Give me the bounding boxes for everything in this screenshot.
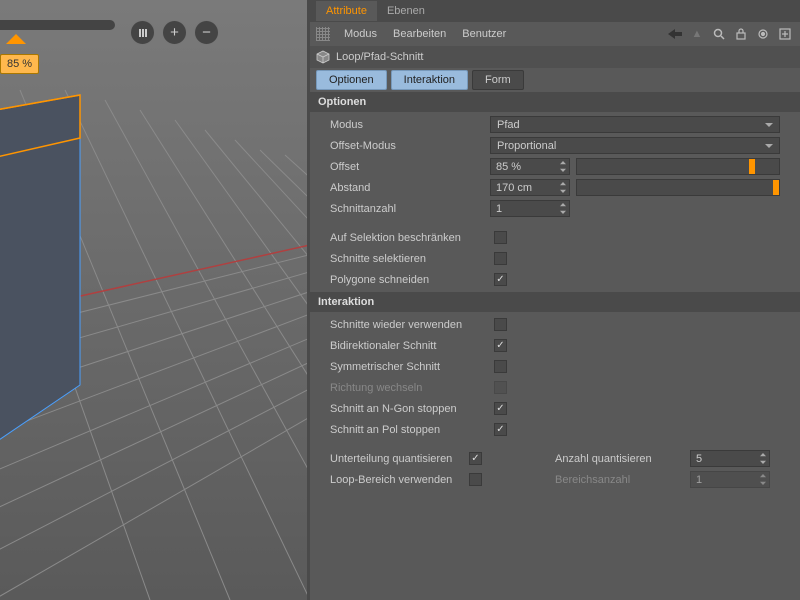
checkbox-schnitte-wieder[interactable] — [494, 318, 507, 331]
checkbox-unterteilung[interactable]: ✓ — [469, 452, 482, 465]
checkbox-polygone-schneiden[interactable]: ✓ — [494, 273, 507, 286]
viewport-menu-button[interactable] — [130, 20, 155, 45]
dropdown-offset-modus[interactable]: Proportional — [490, 137, 780, 154]
label-pol-stop: Schnitt an Pol stoppen — [330, 424, 490, 436]
tool-title: Loop/Pfad-Schnitt — [336, 51, 423, 63]
slider-abstand[interactable] — [576, 179, 780, 196]
tab-attribute[interactable]: Attribute — [316, 1, 377, 21]
checkbox-schnitte-selektieren[interactable] — [494, 252, 507, 265]
label-schnitte-wieder: Schnitte wieder verwenden — [330, 319, 490, 331]
field-abstand[interactable]: 170 cm — [490, 179, 570, 196]
checkbox-loop-bereich[interactable] — [469, 473, 482, 486]
field-offset[interactable]: 85 % — [490, 158, 570, 175]
panel-toolbar: Modus Bearbeiten Benutzer ▲ — [310, 22, 800, 46]
section-header-optionen: Optionen — [310, 92, 800, 112]
checkbox-ngon-stop[interactable]: ✓ — [494, 402, 507, 415]
field-bereichanzahl: 1 — [690, 471, 770, 488]
label-ngon-stop: Schnitt an N-Gon stoppen — [330, 403, 490, 415]
label-bidirektional: Bidirektionaler Schnitt — [330, 340, 490, 352]
field-schnittanzahl[interactable]: 1 — [490, 200, 570, 217]
menu-bearbeiten[interactable]: Bearbeiten — [387, 28, 452, 40]
label-unterteilung: Unterteilung quantisieren — [330, 453, 465, 465]
label-bereichanzahl: Bereichsanzahl — [555, 474, 690, 486]
viewport-plus-button[interactable]: + — [162, 20, 187, 45]
label-symmetrisch: Symmetrischer Schnitt — [330, 361, 490, 373]
label-polygone-schneiden: Polygone schneiden — [330, 274, 490, 286]
viewport-minus-button[interactable]: − — [194, 20, 219, 45]
checkbox-richtung — [494, 381, 507, 394]
slider-marker-icon — [6, 34, 26, 44]
subtab-interaktion[interactable]: Interaktion — [391, 70, 468, 90]
back-arrow-icon[interactable] — [666, 25, 684, 43]
target-icon[interactable] — [754, 25, 772, 43]
menu-modus[interactable]: Modus — [338, 28, 383, 40]
label-richtung: Richtung wechseln — [330, 382, 490, 394]
viewport-grid — [0, 0, 307, 600]
lock-icon[interactable] — [732, 25, 750, 43]
label-offset-modus: Offset-Modus — [330, 140, 490, 152]
subtab-optionen[interactable]: Optionen — [316, 70, 387, 90]
viewport-percent-badge: 85 % — [0, 54, 39, 74]
label-auf-selektion: Auf Selektion beschränken — [330, 232, 490, 244]
section-header-interaktion: Interaktion — [310, 292, 800, 312]
viewport-3d[interactable]: 85 % + − — [0, 0, 307, 600]
subtabs: Optionen Interaktion Form — [310, 68, 800, 92]
subtab-form[interactable]: Form — [472, 70, 524, 90]
panel-tabs: Attribute Ebenen — [310, 0, 800, 22]
label-schnittanzahl: Schnittanzahl — [330, 203, 490, 215]
dropdown-modus[interactable]: Pfad — [490, 116, 780, 133]
new-window-icon[interactable] — [776, 25, 794, 43]
label-schnitte-selektieren: Schnitte selektieren — [330, 253, 490, 265]
layout-grid-icon[interactable] — [316, 27, 330, 41]
field-anzahl-quant[interactable]: 5 — [690, 450, 770, 467]
tab-ebenen[interactable]: Ebenen — [377, 1, 435, 21]
cube-icon — [316, 50, 330, 64]
menu-benutzer[interactable]: Benutzer — [456, 28, 512, 40]
label-offset: Offset — [330, 161, 490, 173]
label-modus: Modus — [330, 119, 490, 131]
menu-lines-icon — [138, 28, 148, 38]
label-abstand: Abstand — [330, 182, 490, 194]
label-loop-bereich: Loop-Bereich verwenden — [330, 474, 465, 486]
search-icon[interactable] — [710, 25, 728, 43]
checkbox-auf-selektion[interactable] — [494, 231, 507, 244]
up-arrow-icon[interactable]: ▲ — [688, 25, 706, 43]
checkbox-pol-stop[interactable]: ✓ — [494, 423, 507, 436]
attribute-panel: Attribute Ebenen Modus Bearbeiten Benutz… — [307, 0, 800, 600]
label-anzahl-quant: Anzahl quantisieren — [555, 453, 690, 465]
checkbox-bidirektional[interactable]: ✓ — [494, 339, 507, 352]
viewport-slider[interactable] — [0, 20, 115, 30]
tool-title-row: Loop/Pfad-Schnitt — [310, 46, 800, 68]
slider-offset[interactable] — [576, 158, 780, 175]
checkbox-symmetrisch[interactable] — [494, 360, 507, 373]
